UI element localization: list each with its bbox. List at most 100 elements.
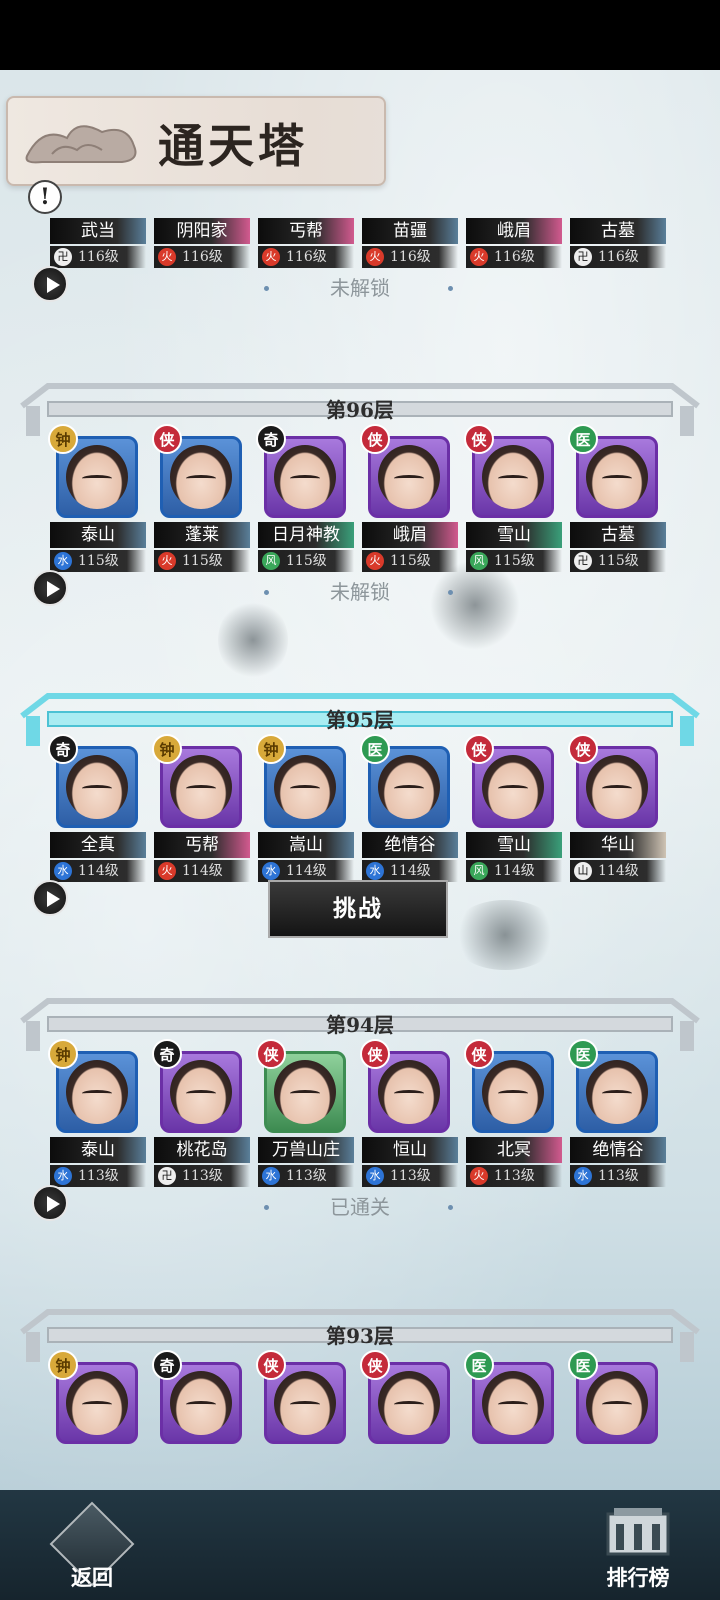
school-name: 桃花岛 bbox=[154, 1137, 250, 1163]
floor-warriors: 钟 泰山 水 113级 奇 桃花岛 卍 113级 侠 万兽山庄 水 113级 侠 恒山… bbox=[48, 1039, 668, 1195]
role-badge-icon: 医 bbox=[464, 1350, 494, 1380]
level-tag: 卍 113级 bbox=[154, 1165, 250, 1187]
element-icon: 风 bbox=[262, 552, 280, 570]
bottom-bar: 返回 排行榜 bbox=[0, 1490, 720, 1600]
school-name: 峨眉 bbox=[466, 218, 562, 244]
role-badge-icon: 侠 bbox=[464, 424, 494, 454]
school-name: 嵩山 bbox=[258, 832, 354, 858]
level-tag: 水 115级 bbox=[50, 550, 146, 572]
leaderboard-icon bbox=[606, 1508, 670, 1556]
alert-icon[interactable]: ! bbox=[28, 180, 62, 214]
element-icon: 水 bbox=[574, 1167, 592, 1185]
element-icon: 水 bbox=[54, 552, 72, 570]
level-tag: 风 114级 bbox=[466, 860, 562, 882]
element-icon: 火 bbox=[262, 248, 280, 266]
school-name: 蓬莱 bbox=[154, 522, 250, 548]
element-icon: 水 bbox=[262, 1167, 280, 1185]
warrior-card[interactable]: 医 绝情谷 水 114级 bbox=[360, 734, 458, 890]
school-name: 泰山 bbox=[50, 522, 146, 548]
floor-label: 第94层 bbox=[326, 1013, 394, 1037]
leaderboard-button[interactable]: 排行榜 bbox=[600, 1504, 676, 1592]
warrior-card[interactable]: 侠 bbox=[360, 1350, 454, 1490]
level-tag: 火 114级 bbox=[154, 860, 250, 882]
school-name: 武当 bbox=[50, 218, 146, 244]
warrior-card[interactable]: 侠 华山 山 114级 bbox=[568, 734, 666, 890]
warrior-card[interactable]: 医 古墓 卍 115级 bbox=[568, 424, 666, 580]
warrior-card[interactable]: 侠 雪山 风 115级 bbox=[464, 424, 562, 580]
school-name: 绝情谷 bbox=[570, 1137, 666, 1163]
role-badge-icon: 钟 bbox=[48, 1350, 78, 1380]
role-badge-icon: 钟 bbox=[48, 1039, 78, 1069]
warrior-card[interactable]: 侠 雪山 风 114级 bbox=[464, 734, 562, 890]
school-name: 苗疆 bbox=[362, 218, 458, 244]
level-tag: 山 114级 bbox=[570, 860, 666, 882]
tower-scroll-area[interactable]: 通天塔 ! 武当 卍 116级 阴阳家 火 116级 丐帮 火 116级 苗疆 火 11… bbox=[0, 70, 720, 1490]
warrior-card[interactable]: 侠 万兽山庄 水 113级 bbox=[256, 1039, 354, 1195]
challenge-button[interactable]: 挑战 bbox=[268, 880, 448, 938]
ink-blot-decoration bbox=[450, 900, 560, 970]
level-tag: 水 113级 bbox=[362, 1165, 458, 1187]
cloud-icon bbox=[25, 125, 137, 164]
role-badge-icon: 奇 bbox=[256, 424, 286, 454]
school-name: 古墓 bbox=[570, 218, 666, 244]
floor-warriors: 钟 泰山 水 115级 侠 蓬莱 火 115级 奇 日月神教 风 115级 侠 峨眉 … bbox=[48, 424, 668, 580]
element-icon: 火 bbox=[158, 862, 176, 880]
role-badge-icon: 医 bbox=[568, 424, 598, 454]
warrior-card[interactable]: 侠 北冥 火 113级 bbox=[464, 1039, 562, 1195]
replay-button[interactable] bbox=[32, 880, 68, 916]
school-name: 阴阳家 bbox=[154, 218, 250, 244]
warrior-card[interactable]: 医 bbox=[568, 1350, 662, 1490]
warrior-card[interactable]: 峨眉 火 116级 bbox=[466, 126, 562, 276]
warrior-card[interactable]: 奇 bbox=[152, 1350, 246, 1490]
warrior-card[interactable]: 奇 全真 水 114级 bbox=[48, 734, 146, 890]
floor-label: 第95层 bbox=[326, 708, 394, 732]
warrior-card[interactable]: 奇 桃花岛 卍 113级 bbox=[152, 1039, 250, 1195]
floor-label: 第96层 bbox=[326, 398, 394, 422]
school-name: 丐帮 bbox=[154, 832, 250, 858]
element-icon: 卍 bbox=[54, 248, 72, 266]
warrior-card[interactable]: 钟 泰山 水 113级 bbox=[48, 1039, 146, 1195]
warrior-card[interactable]: 奇 日月神教 风 115级 bbox=[256, 424, 354, 580]
warrior-card[interactable]: 钟 bbox=[48, 1350, 142, 1490]
floor-warriors: 奇 全真 水 114级 钟 丐帮 火 114级 钟 嵩山 水 114级 医 绝情谷 水… bbox=[48, 734, 668, 890]
warrior-card[interactable]: 医 绝情谷 水 113级 bbox=[568, 1039, 666, 1195]
role-badge-icon: 侠 bbox=[256, 1039, 286, 1069]
warrior-card[interactable]: 医 bbox=[464, 1350, 558, 1490]
warrior-card[interactable]: 钟 泰山 水 115级 bbox=[48, 424, 146, 580]
level-tag: 风 115级 bbox=[258, 550, 354, 572]
element-icon: 火 bbox=[366, 248, 384, 266]
element-icon: 山 bbox=[574, 862, 592, 880]
element-icon: 火 bbox=[158, 552, 176, 570]
role-badge-icon: 奇 bbox=[152, 1350, 182, 1380]
divider-dot bbox=[448, 286, 453, 291]
floor-status: 已通关 bbox=[330, 1195, 390, 1219]
warrior-card[interactable]: 钟 嵩山 水 114级 bbox=[256, 734, 354, 890]
role-badge-icon: 侠 bbox=[568, 734, 598, 764]
level-tag: 火 116级 bbox=[258, 246, 354, 268]
school-name: 泰山 bbox=[50, 1137, 146, 1163]
floor-status: 未解锁 bbox=[330, 276, 390, 300]
warrior-card[interactable]: 侠 峨眉 火 115级 bbox=[360, 424, 458, 580]
level-tag: 水 114级 bbox=[50, 860, 146, 882]
school-name: 雪山 bbox=[466, 522, 562, 548]
role-badge-icon: 钟 bbox=[152, 734, 182, 764]
warrior-card[interactable]: 侠 bbox=[256, 1350, 350, 1490]
role-badge-icon: 侠 bbox=[464, 734, 494, 764]
warrior-card[interactable]: 古墓 卍 116级 bbox=[570, 126, 666, 276]
level-tag: 水 114级 bbox=[258, 860, 354, 882]
level-tag: 风 115级 bbox=[466, 550, 562, 572]
warrior-card[interactable]: 侠 恒山 水 113级 bbox=[360, 1039, 458, 1195]
role-badge-icon: 侠 bbox=[464, 1039, 494, 1069]
back-button[interactable]: 返回 bbox=[48, 1501, 136, 1592]
role-badge-icon: 奇 bbox=[152, 1039, 182, 1069]
school-name: 华山 bbox=[570, 832, 666, 858]
role-badge-icon: 侠 bbox=[360, 1350, 390, 1380]
divider-dot bbox=[448, 1205, 453, 1210]
element-icon: 水 bbox=[366, 862, 384, 880]
school-name: 绝情谷 bbox=[362, 832, 458, 858]
warrior-card[interactable]: 侠 蓬莱 火 115级 bbox=[152, 424, 250, 580]
school-name: 日月神教 bbox=[258, 522, 354, 548]
role-badge-icon: 侠 bbox=[256, 1350, 286, 1380]
warrior-card[interactable]: 钟 丐帮 火 114级 bbox=[152, 734, 250, 890]
title-banner: 通天塔 bbox=[6, 96, 386, 186]
